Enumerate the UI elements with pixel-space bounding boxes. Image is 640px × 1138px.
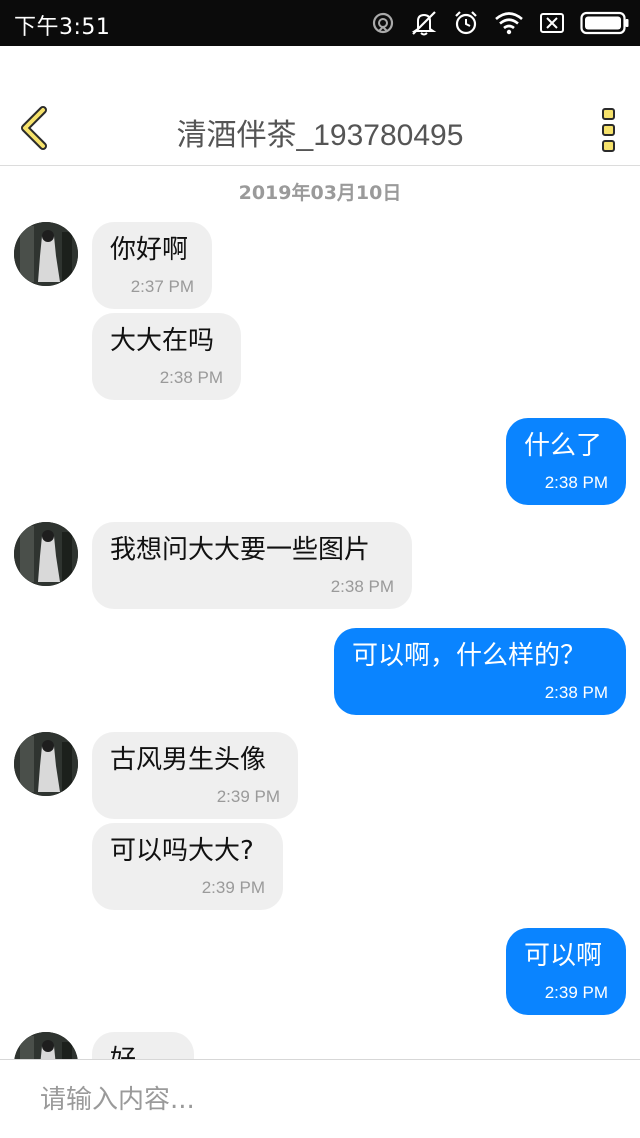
chat-header: 清酒伴茶_193780495 [0,46,640,166]
status-bar: 下午3:51 [0,0,640,46]
message-text: 什么了 [524,431,603,461]
message-input[interactable] [0,1060,640,1138]
incoming-message[interactable]: 好 [92,1032,194,1059]
wifi-icon [495,12,523,35]
incoming-message[interactable]: 你好啊 2:37 PM [92,222,212,309]
message-text: 你好啊 [110,235,189,265]
back-button[interactable] [12,104,56,152]
outgoing-message[interactable]: 什么了 2:38 PM [506,418,626,505]
message-text: 我想问大大要一些图片 [110,535,371,565]
incoming-message[interactable]: 我想问大大要一些图片 2:38 PM [92,522,412,609]
mute-icon [411,11,437,36]
sim-off-icon [540,13,564,33]
message-list[interactable]: 2019年03月10日 你好啊 2:37 PM 大大在吗 2:38 PM 什么了… [0,166,640,1059]
more-vertical-icon [601,140,615,152]
more-vertical-icon [601,108,615,120]
avatar[interactable] [14,522,78,586]
message-time: 2:37 PM [130,277,194,296]
status-time: 下午3:51 [14,15,111,40]
message-time: 2:39 PM [544,983,608,1002]
message-time: 2:38 PM [330,577,394,596]
incoming-message[interactable]: 可以吗大大? 2:39 PM [92,823,283,910]
avatar[interactable] [14,222,78,286]
chat-title: 清酒伴茶_193780495 [176,119,464,152]
message-time: 2:38 PM [544,683,608,702]
battery-icon [580,11,629,35]
message-time: 2:38 PM [544,473,608,492]
message-text: 可以啊 [524,941,603,971]
more-vertical-icon [601,124,615,136]
alarm-icon [455,11,477,35]
avatar[interactable] [14,732,78,796]
date-separator: 2019年03月10日 [238,182,402,204]
message-input-bar [0,1059,640,1138]
message-text: 可以啊，什么样的？ [352,641,587,671]
incoming-message[interactable]: 大大在吗 2:38 PM [92,313,241,400]
more-options-button[interactable] [590,106,626,154]
chevron-left-icon [21,106,47,150]
message-text: 古风男生头像 [110,745,267,775]
sync-icon [372,12,394,34]
status-icons [371,8,630,38]
outgoing-message[interactable]: 可以啊，什么样的？ 2:38 PM [334,628,626,715]
avatar[interactable] [14,1032,78,1059]
message-time: 2:39 PM [216,787,280,806]
message-text: 大大在吗 [110,326,215,356]
message-text: 可以吗大大? [110,836,254,866]
message-time: 2:38 PM [159,368,223,387]
message-text: 好 [110,1044,176,1059]
incoming-message[interactable]: 古风男生头像 2:39 PM [92,732,298,819]
outgoing-message[interactable]: 可以啊 2:39 PM [506,928,626,1015]
message-time: 2:39 PM [201,878,265,897]
